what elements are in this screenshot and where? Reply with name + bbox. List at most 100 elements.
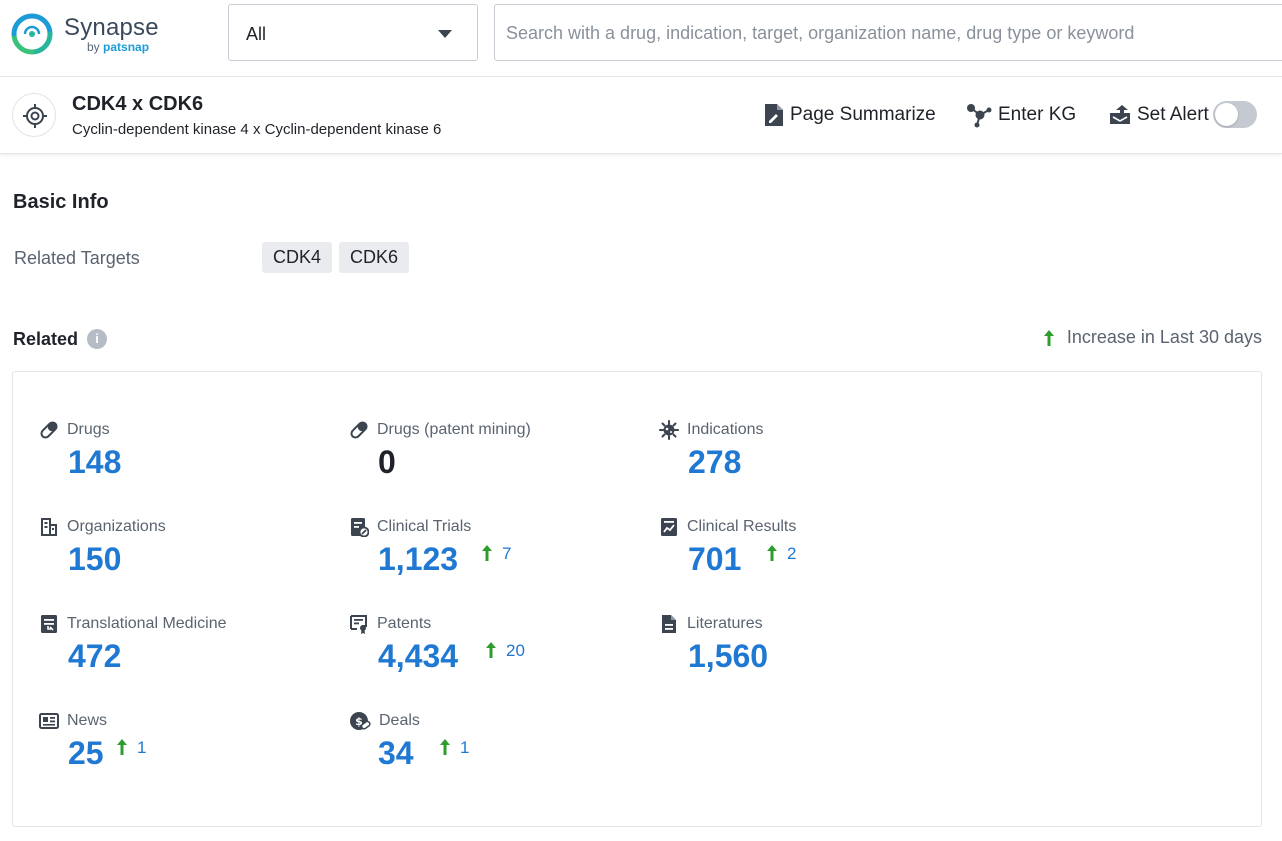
search-scope-value: All <box>246 24 266 45</box>
related-targets-label: Related Targets <box>14 248 140 269</box>
stat-label: Drugs <box>67 421 110 439</box>
arrow-up-icon <box>766 544 778 562</box>
related-title: Related <box>13 329 78 350</box>
stat-translational-medicine[interactable]: Translational Medicine 472 <box>39 614 339 694</box>
target-header: CDK4 x CDK6 Cyclin-dependent kinase 4 x … <box>0 78 1282 154</box>
stat-label: Drugs (patent mining) <box>377 421 531 439</box>
stat-increase: 1 <box>439 738 469 758</box>
target-avatar <box>12 93 56 137</box>
stat-value[interactable]: 148 <box>68 444 121 481</box>
arrow-up-icon <box>439 738 451 756</box>
stat-label-row: Indications <box>659 420 764 440</box>
summarize-icon <box>763 103 784 127</box>
stat-value[interactable]: 1,560 <box>688 638 768 675</box>
virus-icon <box>659 420 679 440</box>
enter-kg-button[interactable]: Enter KG <box>966 102 1076 128</box>
patent-icon <box>349 614 369 634</box>
stat-increase: 7 <box>481 544 511 564</box>
document-icon <box>659 614 679 634</box>
stat-increase-value: 2 <box>787 544 796 564</box>
arrow-up-icon <box>116 738 128 756</box>
stat-label-row: Drugs <box>39 420 110 440</box>
target-chip-cdk6[interactable]: CDK6 <box>339 242 409 273</box>
stat-label-row: Literatures <box>659 614 763 634</box>
stat-news[interactable]: News 25 1 <box>39 711 339 791</box>
stat-label-row: Patents <box>349 614 431 634</box>
clinical-trials-icon <box>349 517 369 537</box>
arrow-up-icon <box>1043 329 1055 347</box>
stat-label-row: News <box>39 711 107 731</box>
stat-value[interactable]: 701 <box>688 541 741 578</box>
stat-deals[interactable]: $ Deals 34 1 <box>349 711 649 791</box>
info-icon[interactable]: i <box>87 329 107 349</box>
page-summarize-button[interactable]: Page Summarize <box>763 102 936 128</box>
stat-label-row: Translational Medicine <box>39 614 226 634</box>
page-summarize-label: Page Summarize <box>790 104 936 126</box>
stat-value[interactable]: 4,434 <box>378 638 458 675</box>
stat-value[interactable]: 278 <box>688 444 741 481</box>
target-chip-cdk4[interactable]: CDK4 <box>262 242 332 273</box>
stat-label: News <box>67 712 107 730</box>
stat-value[interactable]: 1,123 <box>378 541 458 578</box>
knowledge-graph-icon <box>966 102 992 128</box>
stat-drugs[interactable]: Drugs 148 <box>39 420 339 500</box>
stat-label: Patents <box>377 615 431 633</box>
building-icon <box>39 517 59 537</box>
stat-label: Deals <box>379 712 420 730</box>
translational-medicine-icon <box>39 614 59 634</box>
stat-label: Translational Medicine <box>67 615 226 633</box>
alert-icon <box>1109 105 1131 125</box>
synapse-logo[interactable]: Synapse by patsnap <box>10 12 170 58</box>
stat-increase-value: 20 <box>506 641 525 661</box>
stat-organizations[interactable]: Organizations 150 <box>39 517 339 597</box>
clinical-results-icon <box>659 517 679 537</box>
stat-patents[interactable]: Patents 4,434 20 <box>349 614 649 694</box>
stat-value[interactable]: 25 <box>68 735 104 772</box>
increase-legend: Increase in Last 30 days <box>1043 327 1262 348</box>
stat-increase: 20 <box>485 641 525 661</box>
top-bar: Synapse by patsnap All <box>0 0 1282 77</box>
stat-drugs-patent-mining[interactable]: Drugs (patent mining) 0 <box>349 420 649 500</box>
related-stats-card: Drugs 148 Drugs (patent mining) 0 <box>12 371 1262 827</box>
page-title: CDK4 x CDK6 <box>72 93 203 116</box>
news-icon <box>39 711 59 731</box>
pill-icon <box>349 420 369 440</box>
stat-label: Literatures <box>687 615 763 633</box>
set-alert-button[interactable]: Set Alert <box>1109 102 1209 128</box>
increase-legend-label: Increase in Last 30 days <box>1067 327 1262 348</box>
stat-value[interactable]: 34 <box>378 735 414 772</box>
basic-info-title: Basic Info <box>13 191 109 214</box>
stat-indications[interactable]: Indications 278 <box>659 420 959 500</box>
page-subtitle: Cyclin-dependent kinase 4 x Cyclin-depen… <box>72 121 441 138</box>
stat-label: Organizations <box>67 518 166 536</box>
stat-increase-value: 1 <box>460 738 469 758</box>
stat-literatures[interactable]: Literatures 1,560 <box>659 614 959 694</box>
stat-value[interactable]: 150 <box>68 541 121 578</box>
search-box[interactable] <box>494 4 1282 61</box>
stat-value[interactable]: 472 <box>68 638 121 675</box>
stat-value: 0 <box>378 444 396 481</box>
set-alert-label: Set Alert <box>1137 104 1209 126</box>
arrow-up-icon <box>485 641 497 659</box>
stat-label-row: Organizations <box>39 517 166 537</box>
enter-kg-label: Enter KG <box>998 104 1076 126</box>
stat-label-row: Drugs (patent mining) <box>349 420 531 440</box>
target-icon <box>23 104 47 128</box>
stat-label: Indications <box>687 421 764 439</box>
stat-label-row: Clinical Results <box>659 517 796 537</box>
stat-increase-value: 7 <box>502 544 511 564</box>
search-input[interactable] <box>506 19 1276 47</box>
arrow-up-icon <box>481 544 493 562</box>
stat-label: Clinical Trials <box>377 518 471 536</box>
pill-icon <box>39 420 59 440</box>
stat-label-row: Clinical Trials <box>349 517 471 537</box>
search-scope-select[interactable]: All <box>228 4 478 61</box>
stat-label: Clinical Results <box>687 518 796 536</box>
deals-icon: $ <box>349 711 371 731</box>
synapse-logo-icon <box>10 12 54 56</box>
toggle-knob <box>1215 103 1238 126</box>
stat-clinical-results[interactable]: Clinical Results 701 2 <box>659 517 959 597</box>
stat-increase: 2 <box>766 544 796 564</box>
alert-toggle[interactable] <box>1213 101 1257 128</box>
stat-clinical-trials[interactable]: Clinical Trials 1,123 7 <box>349 517 649 597</box>
